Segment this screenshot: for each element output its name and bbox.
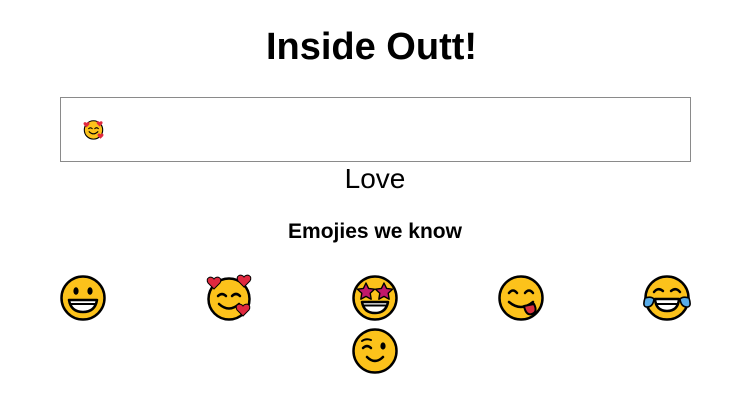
app-root: Inside Outt! Love Emojies we know bbox=[0, 0, 743, 411]
known-emojis-heading: Emojies we know bbox=[288, 220, 462, 243]
face-with-tears-of-joy-icon[interactable] bbox=[643, 274, 691, 322]
smiling-face-with-hearts-icon bbox=[83, 120, 104, 140]
winking-face-icon[interactable] bbox=[351, 327, 399, 375]
grinning-face-icon[interactable] bbox=[59, 274, 107, 322]
page-title: Inside Outt! bbox=[265, 26, 478, 68]
emoji-input[interactable] bbox=[60, 97, 691, 162]
face-savoring-food-icon[interactable] bbox=[497, 274, 545, 322]
emoji-meaning: Love bbox=[344, 163, 406, 194]
star-struck-icon[interactable] bbox=[351, 274, 399, 322]
smiling-face-with-hearts-icon[interactable] bbox=[205, 274, 253, 322]
